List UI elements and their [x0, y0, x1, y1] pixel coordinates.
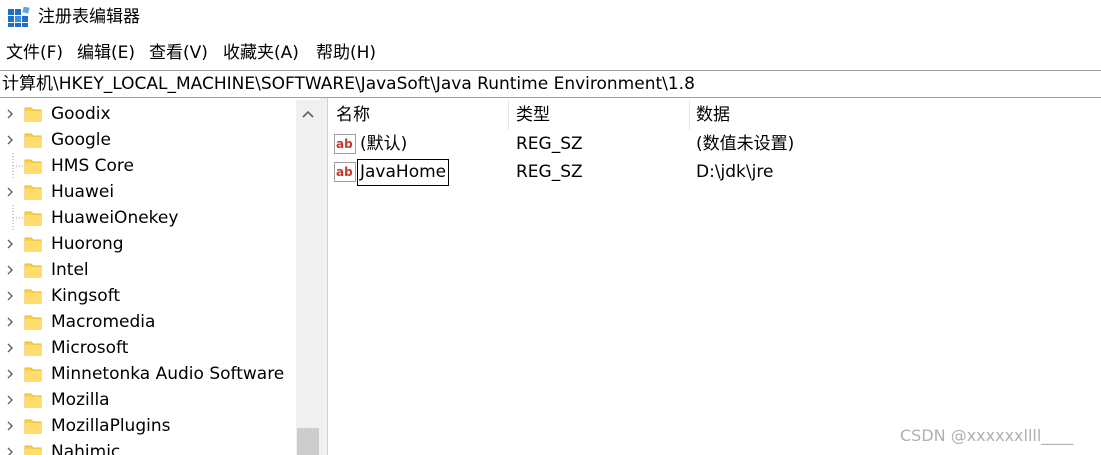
- tree-item-label: Mozilla: [51, 390, 110, 410]
- tree-item-label: Intel: [51, 260, 89, 280]
- chevron-right-icon[interactable]: [4, 238, 16, 250]
- column-divider[interactable]: [689, 100, 690, 130]
- tree-item-label: Google: [51, 130, 111, 150]
- tree-connector-icon: [12, 153, 23, 179]
- tree-item[interactable]: Macromedia: [0, 309, 296, 335]
- chevron-right-icon[interactable]: [4, 342, 16, 354]
- tree-item[interactable]: Huawei: [0, 179, 296, 205]
- chevron-right-icon[interactable]: [4, 186, 16, 198]
- folder-icon: [24, 419, 42, 434]
- key-tree[interactable]: Goodix Google HMS Core Huawei HuaweiOnekey Hu…: [0, 100, 320, 455]
- tree-item-label: HMS Core: [51, 156, 134, 176]
- tree-item[interactable]: Intel: [0, 257, 296, 283]
- tree-item-label: Nahimic: [51, 442, 121, 455]
- tree-item[interactable]: Minnetonka Audio Software: [0, 361, 296, 387]
- folder-icon: [24, 367, 42, 382]
- menu-view[interactable]: 查看(V): [149, 40, 208, 66]
- tree-item-label: MozillaPlugins: [51, 416, 171, 436]
- tree-item[interactable]: HMS Core: [0, 153, 296, 179]
- tree-item-label: Microsoft: [51, 338, 129, 358]
- tree-connector-icon: [12, 205, 23, 231]
- chevron-right-icon[interactable]: [4, 316, 16, 328]
- scrollbar-thumb[interactable]: [297, 428, 319, 455]
- tree-item-label: HuaweiOnekey: [51, 208, 179, 228]
- column-header-name[interactable]: 名称: [336, 102, 370, 128]
- chevron-right-icon[interactable]: [4, 368, 16, 380]
- folder-icon: [24, 263, 42, 278]
- folder-icon: [24, 237, 42, 252]
- menu-bar: 文件(F) 编辑(E) 查看(V) 收藏夹(A) 帮助(H): [0, 40, 1101, 66]
- value-name: JavaHome: [357, 159, 450, 186]
- folder-icon: [24, 133, 42, 148]
- menu-edit[interactable]: 编辑(E): [77, 40, 135, 66]
- address-bar[interactable]: 计算机\HKEY_LOCAL_MACHINE\SOFTWARE\JavaSoft…: [0, 70, 1101, 98]
- value-row-default[interactable]: ab (默认) REG_SZ (数值未设置): [328, 131, 1101, 159]
- folder-icon: [24, 445, 42, 455]
- value-type: REG_SZ: [516, 162, 583, 182]
- folder-icon: [24, 341, 42, 356]
- svg-text:ab: ab: [336, 165, 353, 179]
- tree-item-label: Huawei: [51, 182, 115, 202]
- tree-item-label: Macromedia: [51, 312, 156, 332]
- column-divider[interactable]: [508, 100, 509, 130]
- watermark: CSDN @xxxxxxllll____: [900, 426, 1074, 445]
- chevron-right-icon[interactable]: [4, 290, 16, 302]
- address-path[interactable]: 计算机\HKEY_LOCAL_MACHINE\SOFTWARE\JavaSoft…: [2, 71, 695, 97]
- value-type: REG_SZ: [516, 134, 583, 154]
- value-list[interactable]: 名称 类型 数据 ab (默认) REG_SZ (数值未设置) ab JavaH…: [328, 100, 1101, 455]
- folder-icon: [24, 211, 42, 226]
- tree-item[interactable]: Goodix: [0, 101, 296, 127]
- scroll-up-arrow-icon[interactable]: [296, 102, 320, 126]
- tree-item[interactable]: Huorong: [0, 231, 296, 257]
- tree-item[interactable]: HuaweiOnekey: [0, 205, 296, 231]
- folder-icon: [24, 159, 42, 174]
- menu-file[interactable]: 文件(F): [6, 40, 63, 66]
- column-header-type[interactable]: 类型: [516, 102, 550, 128]
- chevron-right-icon[interactable]: [4, 264, 16, 276]
- window-title: 注册表编辑器: [38, 7, 140, 27]
- tree-item[interactable]: Google: [0, 127, 296, 153]
- column-header-data[interactable]: 数据: [696, 102, 730, 128]
- folder-icon: [24, 107, 42, 122]
- folder-icon: [24, 393, 42, 408]
- tree-item-label: Goodix: [51, 104, 111, 124]
- folder-icon: [24, 289, 42, 304]
- string-value-icon: ab: [334, 162, 356, 182]
- chevron-right-icon[interactable]: [4, 420, 16, 432]
- tree-item-label: Minnetonka Audio Software: [51, 364, 285, 384]
- value-name: (默认): [360, 134, 408, 154]
- string-value-icon: ab: [334, 134, 356, 154]
- regedit-icon: [8, 7, 30, 27]
- tree-item[interactable]: MozillaPlugins: [0, 413, 296, 439]
- value-data: D:\jdk\jre: [696, 162, 774, 182]
- chevron-right-icon[interactable]: [4, 134, 16, 146]
- tree-item-label: Huorong: [51, 234, 124, 254]
- tree-item[interactable]: Kingsoft: [0, 283, 296, 309]
- value-row-javahome[interactable]: ab JavaHome REG_SZ D:\jdk\jre: [328, 159, 1101, 187]
- chevron-right-icon[interactable]: [4, 446, 16, 455]
- tree-item-label: Kingsoft: [51, 286, 121, 306]
- folder-icon: [24, 185, 42, 200]
- menu-favorites[interactable]: 收藏夹(A): [223, 40, 299, 66]
- chevron-right-icon[interactable]: [4, 394, 16, 406]
- title-bar: 注册表编辑器: [0, 0, 1101, 34]
- tree-item[interactable]: Nahimic: [0, 439, 296, 455]
- tree-scrollbar[interactable]: [296, 100, 320, 455]
- folder-icon: [24, 315, 42, 330]
- tree-item[interactable]: Mozilla: [0, 387, 296, 413]
- tree-item[interactable]: Microsoft: [0, 335, 296, 361]
- menu-help[interactable]: 帮助(H): [316, 40, 376, 66]
- svg-text:ab: ab: [336, 137, 353, 151]
- value-data: (数值未设置): [696, 134, 795, 154]
- chevron-right-icon[interactable]: [4, 108, 16, 120]
